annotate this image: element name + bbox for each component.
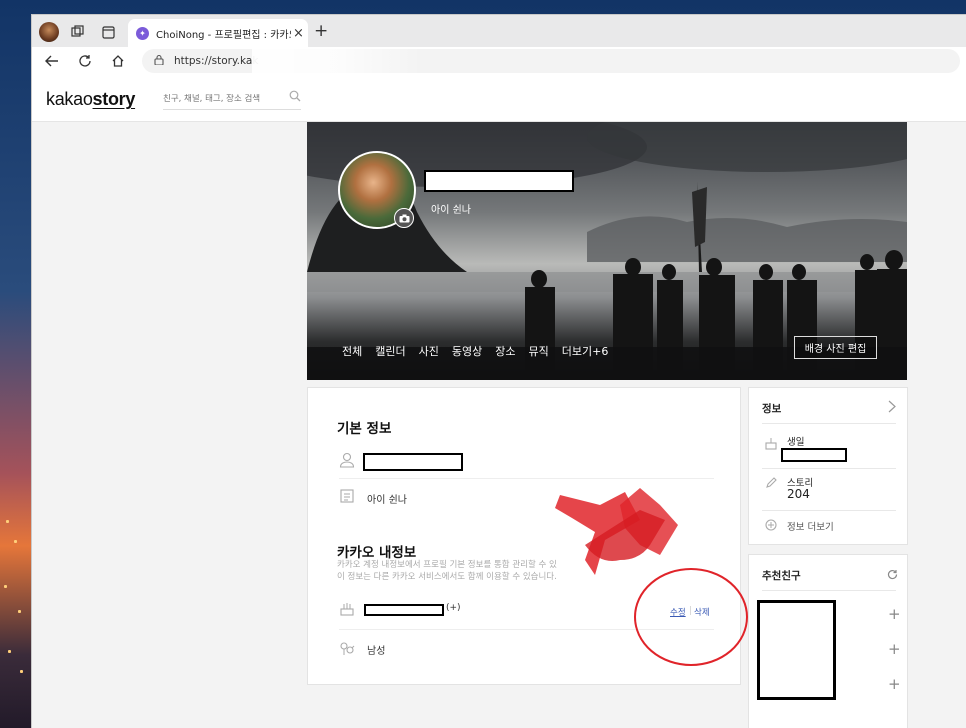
city-light <box>14 540 17 543</box>
city-light <box>4 585 7 588</box>
browser-window: ✦ ChoiNong - 프로필편집 : 카카오 × + https://sto… <box>31 14 966 728</box>
workspaces-icon[interactable] <box>69 23 87 41</box>
cover-photo: 아이 쉰나 전체 캘린더 사진 동영상 장소 뮤직 더보기+6 배경 사진 편집 <box>307 122 907 380</box>
kakaostory-favicon-icon: ✦ <box>136 26 149 40</box>
search-icon[interactable] <box>289 90 301 102</box>
plus-circle-icon <box>765 519 777 531</box>
add-friend-icon[interactable]: + <box>888 605 901 623</box>
divider <box>339 478 714 479</box>
site-header: kakaostory <box>32 75 966 122</box>
tab-bar: ✦ ChoiNong - 프로필편집 : 카카오 × + <box>32 15 966 47</box>
memo-icon <box>340 489 354 503</box>
home-icon[interactable] <box>108 51 128 71</box>
person-icon <box>339 452 355 468</box>
info-sidebar: 정보 생일 스토리 204 정보 더보기 <box>748 387 908 545</box>
back-icon[interactable] <box>42 51 62 71</box>
search-box <box>163 88 301 110</box>
search-input[interactable] <box>163 93 281 104</box>
url-field[interactable]: https://story.kak <box>142 49 960 73</box>
city-light <box>8 650 11 653</box>
logo-story: story <box>92 89 136 109</box>
delete-link[interactable]: 삭제 <box>694 606 710 618</box>
pencil-icon <box>766 477 777 488</box>
status-message-field[interactable]: 아이 쉰나 <box>367 491 407 506</box>
city-light <box>20 670 23 673</box>
reload-icon[interactable] <box>75 51 95 71</box>
tab-photos[interactable]: 사진 <box>419 343 439 359</box>
cake-icon <box>765 438 777 450</box>
logo-kakao: kakao <box>46 89 93 109</box>
kakaostory-logo[interactable]: kakaostory <box>46 89 135 110</box>
birthday-redaction-box <box>364 604 444 616</box>
tab-actions-icon[interactable] <box>99 23 117 41</box>
name-redaction-box <box>424 170 574 192</box>
basic-info-title: 기본 정보 <box>337 421 392 437</box>
edit-background-button[interactable]: 배경 사진 편집 <box>794 336 877 359</box>
tab-more[interactable]: 더보기+6 <box>562 343 609 359</box>
status-message: 아이 쉰나 <box>431 205 471 216</box>
page-viewport: kakaostory 친구, 채널, 태그, 장소 검색 아이 쉰나 전체 캘린… <box>32 75 966 728</box>
url-text: https://story.kak <box>174 55 259 67</box>
name-redaction-box <box>363 453 463 471</box>
birthday-suffix: (+) <box>446 603 461 613</box>
profile-avatar-icon[interactable] <box>39 22 59 42</box>
divider <box>762 510 896 511</box>
cover-nav: 전체 캘린더 사진 동영상 장소 뮤직 더보기+6 <box>342 343 621 359</box>
url-blur-redaction <box>252 49 422 73</box>
kakao-info-title: 카카오 내정보 <box>337 545 417 561</box>
divider <box>762 423 896 424</box>
desc-line-2: 이 정보는 다른 카카오 서비스에서도 함께 이용할 수 있습니다. <box>337 572 557 582</box>
story-count: 204 <box>787 487 810 501</box>
birthday-label: 생일 <box>787 437 805 448</box>
gender-icon <box>340 642 355 655</box>
info-panel-title: 정보 <box>762 403 782 415</box>
address-bar: https://story.kak <box>32 47 966 75</box>
edit-link[interactable]: 수정 <box>670 606 686 618</box>
tab-title: ChoiNong - 프로필편집 : 카카오 <box>156 29 291 41</box>
profile-info-panel: 기본 정보 아이 쉰나 카카오 내정보 카카오 계정 내정보에서 프로필 기본 … <box>307 387 741 685</box>
more-info-link[interactable]: 정보 더보기 <box>787 519 834 533</box>
add-friend-icon[interactable]: + <box>888 640 901 658</box>
add-friend-icon[interactable]: + <box>888 675 901 693</box>
city-light <box>6 520 9 523</box>
tab-places[interactable]: 장소 <box>495 343 515 359</box>
friends-panel-title: 추천친구 <box>762 570 801 582</box>
tab-calendar[interactable]: 캘린더 <box>375 343 405 359</box>
link-separator: | <box>689 606 692 616</box>
birthday-redaction-box <box>781 448 847 462</box>
new-tab-button[interactable]: + <box>314 21 328 41</box>
friends-redaction-box <box>757 600 836 700</box>
tab-close-icon[interactable]: × <box>293 26 304 41</box>
city-light <box>18 610 21 613</box>
divider <box>762 468 896 469</box>
divider <box>762 590 896 591</box>
tab-all[interactable]: 전체 <box>342 343 362 359</box>
tab-music[interactable]: 뮤직 <box>529 343 549 359</box>
chevron-right-icon[interactable] <box>888 400 897 413</box>
gender-value: 남성 <box>367 646 386 657</box>
camera-icon[interactable] <box>394 208 414 228</box>
cake-icon <box>340 603 354 616</box>
refresh-icon[interactable] <box>887 569 898 580</box>
divider <box>339 629 714 630</box>
recommended-friends-panel: 추천친구 + + + <box>748 554 908 728</box>
kakao-info-description: 카카오 계정 내정보에서 프로필 기본 정보를 통합 관리할 수 있 이 정보는… <box>337 559 597 583</box>
tab-videos[interactable]: 동영상 <box>452 343 482 359</box>
desc-line-1: 카카오 계정 내정보에서 프로필 기본 정보를 통합 관리할 수 있 <box>337 560 557 570</box>
browser-tab[interactable]: ✦ ChoiNong - 프로필편집 : 카카오 × <box>128 19 308 47</box>
lock-icon[interactable] <box>154 54 164 68</box>
